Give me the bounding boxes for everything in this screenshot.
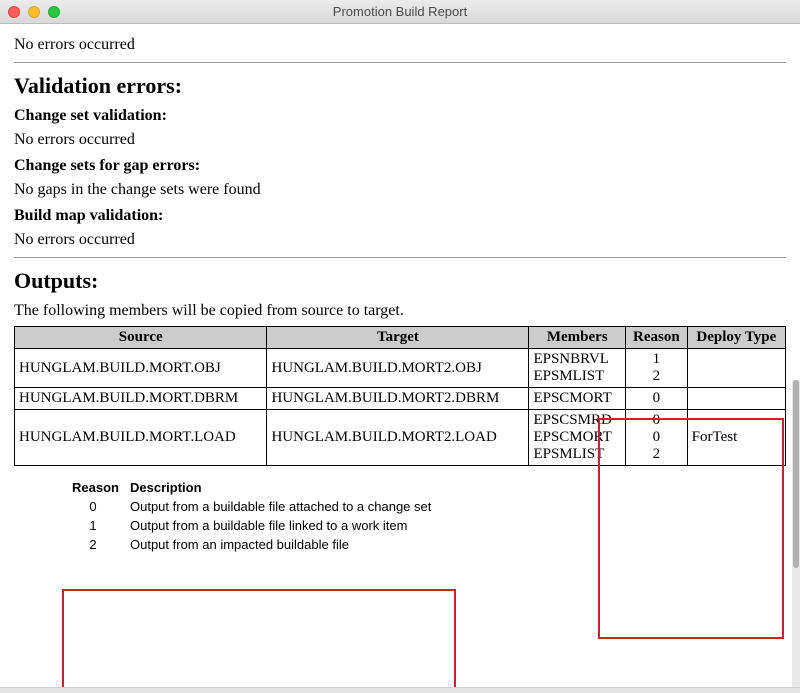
validation-heading: Validation errors: [14, 73, 786, 99]
legend-row: 0 Output from a buildable file attached t… [72, 499, 786, 514]
th-deploy-type: Deploy Type [687, 327, 785, 349]
buildmap-validation-label: Build map validation: [14, 207, 786, 225]
legend-header-description: Description [130, 480, 786, 495]
cell-reason: 12 [626, 349, 688, 388]
outputs-intro: The following members will be copied fro… [14, 302, 786, 320]
cell-source: HUNGLAM.BUILD.MORT.LOAD [15, 410, 267, 466]
titlebar: Promotion Build Report [0, 0, 800, 24]
cell-deploy-type [687, 349, 785, 388]
legend-code: 0 [72, 499, 114, 514]
legend-row: 2 Output from an impacted buildable file [72, 537, 786, 552]
legend-code: 1 [72, 518, 114, 533]
legend-code: 2 [72, 537, 114, 552]
th-members: Members [529, 327, 626, 349]
cell-members: EPSNBRVLEPSMLIST [529, 349, 626, 388]
document-body: No errors occurred Validation errors: Ch… [0, 24, 800, 687]
cell-target: HUNGLAM.BUILD.MORT2.LOAD [267, 410, 529, 466]
gap-errors-msg: No gaps in the change sets were found [14, 181, 786, 199]
close-icon[interactable] [8, 6, 20, 18]
cell-deploy-type: ForTest [687, 410, 785, 466]
th-reason: Reason [626, 327, 688, 349]
cell-reason: 0 [626, 388, 688, 410]
legend-desc: Output from a buildable file linked to a… [130, 518, 786, 533]
table-row: HUNGLAM.BUILD.MORT.LOADHUNGLAM.BUILD.MOR… [15, 410, 786, 466]
scrollbar-thumb[interactable] [793, 380, 799, 568]
cell-deploy-type [687, 388, 785, 410]
minimize-icon[interactable] [28, 6, 40, 18]
cell-target: HUNGLAM.BUILD.MORT2.OBJ [267, 349, 529, 388]
highlight-box-legend [62, 589, 456, 687]
vertical-scrollbar[interactable] [792, 380, 800, 687]
window-bottom-edge [0, 687, 800, 693]
window-title: Promotion Build Report [8, 4, 792, 19]
cell-source: HUNGLAM.BUILD.MORT.DBRM [15, 388, 267, 410]
table-row: HUNGLAM.BUILD.MORT.DBRMHUNGLAM.BUILD.MOR… [15, 388, 786, 410]
maximize-icon[interactable] [48, 6, 60, 18]
legend-header-reason: Reason [72, 480, 114, 495]
cell-source: HUNGLAM.BUILD.MORT.OBJ [15, 349, 267, 388]
window-controls [8, 6, 60, 18]
reason-legend: Reason Description 0 Output from a builda… [72, 480, 786, 552]
buildmap-validation-msg: No errors occurred [14, 231, 786, 249]
changeset-validation-msg: No errors occurred [14, 131, 786, 149]
outputs-heading: Outputs: [14, 268, 786, 294]
table-header-row: Source Target Members Reason Deploy Type [15, 327, 786, 349]
changeset-validation-label: Change set validation: [14, 107, 786, 125]
divider [14, 62, 786, 63]
legend-desc: Output from an impacted buildable file [130, 537, 786, 552]
outputs-table: Source Target Members Reason Deploy Type… [14, 326, 786, 466]
window-frame: Promotion Build Report No errors occurre… [0, 0, 800, 693]
legend-row: 1 Output from a buildable file linked to … [72, 518, 786, 533]
cell-members: EPSCMORT [529, 388, 626, 410]
no-errors-text: No errors occurred [14, 36, 786, 54]
cell-reason: 002 [626, 410, 688, 466]
gap-errors-label: Change sets for gap errors: [14, 157, 786, 175]
table-row: HUNGLAM.BUILD.MORT.OBJHUNGLAM.BUILD.MORT… [15, 349, 786, 388]
th-target: Target [267, 327, 529, 349]
th-source: Source [15, 327, 267, 349]
legend-desc: Output from a buildable file attached to… [130, 499, 786, 514]
cell-members: EPSCSMRDEPSCMORTEPSMLIST [529, 410, 626, 466]
divider [14, 257, 786, 258]
cell-target: HUNGLAM.BUILD.MORT2.DBRM [267, 388, 529, 410]
